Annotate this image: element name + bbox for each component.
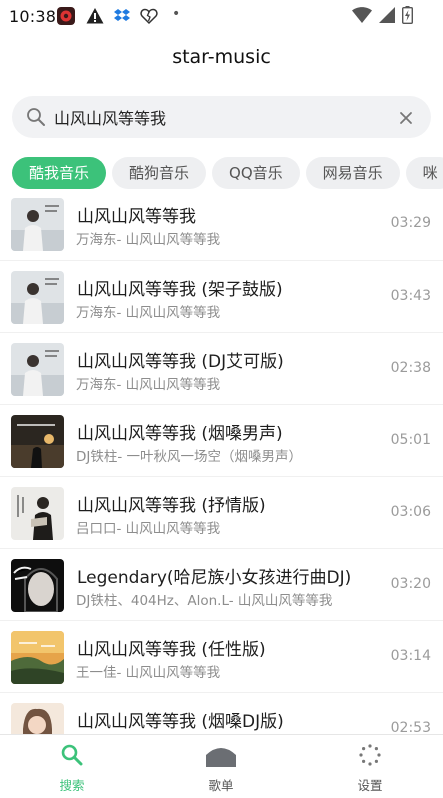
wifi-icon (352, 6, 372, 28)
tab-netease-music[interactable]: 网易音乐 (305, 157, 400, 189)
song-title: 山风山风等等我 (77, 207, 196, 227)
song-row[interactable]: 山风山风等等我 (烟嗓DJ版) 02:53 (0, 693, 443, 734)
nav-playlist[interactable]: 歌单 (171, 735, 271, 798)
nav-search[interactable]: 搜索 (22, 735, 122, 798)
song-artist: DJ铁柱、404Hz、Alon.L- 山风山风等等我 (76, 593, 333, 609)
song-row[interactable]: 山风山风等等我 万海东- 山风山风等等我 03:29 (0, 191, 443, 261)
album-cover (11, 271, 64, 324)
source-tabs: 酷我音乐 酷狗音乐 QQ音乐 网易音乐咪 (12, 157, 443, 189)
album-cover (11, 703, 64, 734)
nav-settings[interactable]: 设置 (320, 735, 420, 798)
song-row[interactable]: Legendary(哈尼族小女孩进行曲DJ) DJ铁柱、404Hz、Alon.L… (0, 549, 443, 621)
song-duration: 03:20 (390, 576, 431, 592)
status-dot: • (172, 6, 181, 22)
album-cover (11, 415, 64, 468)
nav-settings-label: 设置 (357, 778, 383, 793)
song-artist: 万海东- 山风山风等等我 (76, 377, 221, 393)
bottom-nav: 搜索 歌单 设置 (0, 734, 443, 798)
song-row[interactable]: 山风山风等等我 (烟嗓男声) DJ铁柱- 一叶秋风一场空（烟嗓男声） 05:01 (0, 405, 443, 477)
broken-heart-icon (140, 7, 158, 25)
song-title: 山风山风等等我 (架子鼓版) (77, 280, 283, 300)
song-row[interactable]: 山风山风等等我 (抒情版) 吕口口- 山风山风等等我 03:06 (0, 477, 443, 549)
settings-icon (358, 743, 382, 771)
song-row[interactable]: 山风山风等等我 (任性版) 王一佳- 山风山风等等我 03:14 (0, 621, 443, 693)
search-input[interactable] (54, 96, 384, 138)
album-cover (11, 559, 64, 612)
album-cover (11, 487, 64, 540)
song-row[interactable]: 山风山风等等我 (DJ艾可版) 万海东- 山风山风等等我 02:38 (0, 333, 443, 405)
warning-icon (86, 7, 104, 25)
tab-migu-music[interactable]: 咪 (405, 157, 443, 189)
tab-qq-music[interactable]: QQ音乐 (212, 157, 300, 189)
song-title: 山风山风等等我 (抒情版) (77, 496, 266, 516)
tab-kuwo-music[interactable]: 酷我音乐 (12, 157, 107, 189)
song-title: 山风山风等等我 (烟嗓DJ版) (77, 712, 284, 732)
status-time: 10:38 (9, 7, 57, 26)
album-cover (11, 631, 64, 684)
playlist-icon (205, 743, 237, 773)
song-duration: 03:06 (390, 504, 431, 520)
song-duration: 05:01 (390, 432, 431, 448)
song-title: 山风山风等等我 (烟嗓男声) (77, 424, 283, 444)
search-bar[interactable] (12, 96, 431, 138)
song-duration: 02:38 (390, 360, 431, 376)
song-title: 山风山风等等我 (任性版) (77, 640, 266, 660)
song-title: 山风山风等等我 (DJ艾可版) (77, 352, 284, 372)
nav-playlist-label: 歌单 (208, 778, 234, 793)
battery-icon (401, 6, 414, 28)
dropbox-icon (113, 7, 131, 25)
album-cover (11, 198, 64, 251)
nav-search-label: 搜索 (59, 778, 85, 793)
song-duration: 02:53 (390, 720, 431, 734)
song-artist: 吕口口- 山风山风等等我 (76, 521, 221, 537)
song-artist: DJ铁柱- 一叶秋风一场空（烟嗓男声） (76, 449, 303, 465)
song-artist: 万海东- 山风山风等等我 (76, 305, 221, 321)
search-icon (26, 107, 46, 131)
close-icon[interactable] (399, 110, 413, 129)
song-duration: 03:29 (390, 215, 431, 231)
song-row[interactable]: 山风山风等等我 (架子鼓版) 万海东- 山风山风等等我 03:43 (0, 261, 443, 333)
signal-icon (378, 6, 396, 28)
tab-kugou-music[interactable]: 酷狗音乐 (112, 157, 207, 189)
song-list: 山风山风等等我 万海东- 山风山风等等我 03:29 山风山风等等我 (架子鼓版… (0, 191, 443, 734)
app-title: star-music (172, 46, 271, 68)
song-duration: 03:14 (390, 648, 431, 664)
song-title: Legendary(哈尼族小女孩进行曲DJ) (77, 568, 352, 588)
search-icon (60, 743, 84, 771)
song-duration: 03:43 (390, 288, 431, 304)
song-artist: 王一佳- 山风山风等等我 (76, 665, 221, 681)
status-bar: 10:38 • (0, 0, 443, 32)
album-cover (11, 343, 64, 396)
song-artist: 万海东- 山风山风等等我 (76, 232, 221, 248)
app-notification-icon (57, 7, 75, 25)
